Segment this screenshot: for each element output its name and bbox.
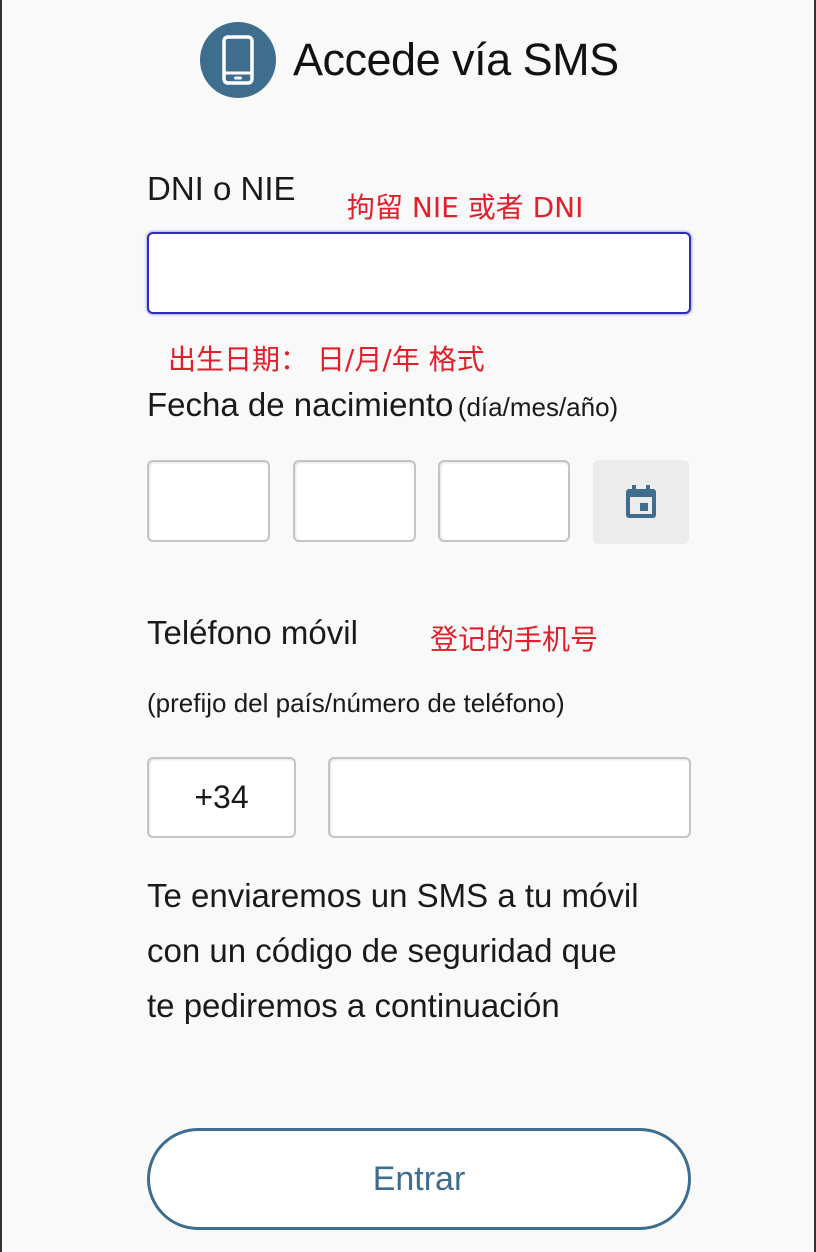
mobile-phone-icon [200,22,276,98]
sms-info-line: Te enviaremos un SMS a tu móvil [147,877,639,914]
birth-month-input[interactable] [293,460,416,542]
sms-login-panel: Accede vía SMS DNI o NIE 拘留 NIE 或者 DNI 出… [0,0,816,1252]
dni-input[interactable] [147,232,691,314]
phone-number-input[interactable] [328,757,691,838]
page-header: Accede vía SMS [200,22,619,98]
phone-annotation: 登记的手机号 [430,623,599,656]
dni-annotation: 拘留 NIE 或者 DNI [347,191,584,224]
sms-info-text: Te enviaremos un SMS a tu móvil con un c… [147,868,707,1033]
sms-info-line: te pediremos a continuación [147,987,560,1024]
birth-date-label-row: Fecha de nacimiento (día/mes/año) [147,386,618,424]
phone-format-hint: (prefijo del país/número de teléfono) [147,688,565,718]
birth-date-format-hint: (día/mes/año) [457,392,619,422]
birth-day-input[interactable] [147,460,270,542]
sms-info-line: con un código de seguridad que [147,932,617,969]
birth-date-label: Fecha de nacimiento [147,386,454,423]
country-prefix-field[interactable]: +34 [147,757,296,838]
birth-date-annotation: 出生日期： 日/月/年 格式 [168,343,485,376]
calendar-button[interactable] [593,460,689,544]
birth-year-input[interactable] [438,460,570,542]
submit-button[interactable]: Entrar [147,1128,691,1230]
page-title: Accede vía SMS [293,34,619,85]
dni-label: DNI o NIE [147,170,296,207]
calendar-icon [626,485,656,518]
phone-label: Teléfono móvil [147,614,358,651]
